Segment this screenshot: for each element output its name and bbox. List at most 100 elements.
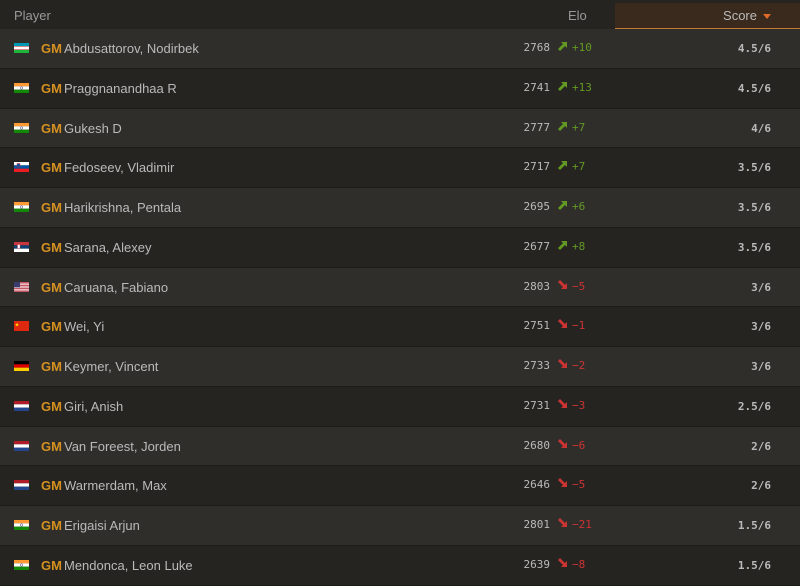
player-name[interactable]: Warmerdam, Max: [64, 478, 167, 493]
rating-up-arrow-icon: [557, 199, 569, 211]
player-score: 3.5/6: [737, 201, 771, 214]
table-row[interactable]: GM Fedoseev, Vladimir 2717 +7 3.5/6: [0, 148, 800, 188]
player-title: GM: [41, 120, 62, 136]
rating-up-arrow-icon: [557, 120, 569, 132]
player-title: GM: [41, 438, 62, 454]
player-name[interactable]: Wei, Yi: [64, 319, 104, 334]
rating-change: −1: [572, 319, 586, 333]
player-elo: 2801: [523, 518, 551, 531]
table-row[interactable]: GM Sarana, Alexey 2677 +8 3.5/6: [0, 227, 800, 268]
player-title: GM: [41, 160, 62, 176]
india-flag-icon: [14, 202, 29, 212]
germany-flag-icon: [14, 361, 29, 371]
india-flag-icon: [14, 82, 29, 93]
rating-down-arrow-icon: [557, 557, 569, 569]
india-flag-icon: [14, 559, 29, 570]
table-row[interactable]: GM Abdusattorov, Nodirbek 2768 +10 4.5/6: [0, 29, 800, 69]
table-row[interactable]: GM Warmerdam, Max 2646 −5 2/6: [0, 466, 800, 506]
player-score: 2.5/6: [737, 399, 771, 413]
rating-down-arrow-icon: [557, 358, 569, 370]
rating-up-arrow-icon: [557, 40, 569, 52]
player-title: GM: [41, 518, 62, 533]
rating-up-arrow-icon: [557, 80, 569, 92]
table-header: Player Elo Score: [0, 0, 800, 29]
rating-down-arrow-icon: [557, 517, 569, 529]
player-score: 2/6: [751, 439, 771, 453]
player-elo: 2680: [523, 438, 551, 452]
player-name[interactable]: Abdusattorov, Nodirbek: [64, 41, 199, 56]
player-elo: 2777: [523, 120, 551, 134]
player-title: GM: [41, 41, 62, 56]
player-elo: 2717: [523, 160, 551, 174]
player-elo: 2751: [523, 319, 551, 333]
rating-change: −21: [572, 518, 592, 531]
rating-down-arrow-icon: [557, 398, 569, 410]
player-name[interactable]: Giri, Anish: [64, 399, 123, 414]
rating-change: +7: [572, 120, 586, 134]
column-header-score-label: Score: [723, 8, 757, 23]
player-title: GM: [41, 319, 62, 335]
player-name[interactable]: Caruana, Fabiano: [64, 280, 168, 295]
rating-down-arrow-icon: [557, 438, 569, 450]
table-row[interactable]: GM Keymer, Vincent 2733 −2 3/6: [0, 347, 800, 387]
player-name[interactable]: Fedoseev, Vladimir: [64, 160, 174, 175]
player-title: GM: [41, 80, 62, 96]
player-name[interactable]: Harikrishna, Pentala: [64, 200, 181, 215]
player-name[interactable]: Gukesh D: [64, 121, 122, 136]
uzbekistan-flag-icon: [14, 43, 29, 53]
player-title: GM: [41, 239, 62, 255]
player-score: 3/6: [751, 280, 771, 294]
player-elo: 2803: [523, 279, 551, 293]
table-row[interactable]: GM Van Foreest, Jorden 2680 −6 2/6: [0, 426, 800, 467]
player-title: GM: [41, 478, 62, 494]
table-row[interactable]: GM Harikrishna, Pentala 2695 +6 3.5/6: [0, 188, 800, 228]
table-row[interactable]: GM Gukesh D 2777 +7 4/6: [0, 108, 800, 149]
rating-change: +6: [572, 200, 586, 213]
player-name[interactable]: Erigaisi Arjun: [64, 518, 140, 533]
india-flag-icon: [14, 122, 29, 133]
column-header-elo[interactable]: Elo: [568, 8, 587, 23]
usa-flag-icon: [14, 281, 29, 292]
column-header-player[interactable]: Player: [14, 8, 51, 23]
table-row[interactable]: GM Erigaisi Arjun 2801 −21 1.5/6: [0, 506, 800, 546]
player-name[interactable]: Van Foreest, Jorden: [64, 439, 181, 454]
player-elo: 2731: [523, 398, 551, 412]
player-title: GM: [41, 398, 62, 414]
player-elo: 2695: [523, 200, 551, 213]
rating-change: +8: [572, 239, 586, 253]
player-score: 3.5/6: [737, 161, 771, 175]
player-title: GM: [41, 279, 62, 295]
player-name[interactable]: Keymer, Vincent: [64, 359, 158, 374]
rating-change: −5: [572, 478, 586, 492]
rating-change: +7: [572, 160, 586, 174]
table-row[interactable]: GM Caruana, Fabiano 2803 −5 3/6: [0, 267, 800, 308]
table-row[interactable]: GM Wei, Yi 2751 −1 3/6: [0, 307, 800, 347]
column-header-score[interactable]: Score: [615, 3, 800, 29]
slovenia-flag-icon: [14, 162, 29, 173]
player-name[interactable]: Praggnanandhaa R: [64, 81, 177, 96]
player-score: 3/6: [751, 360, 771, 373]
player-name[interactable]: Mendonca, Leon Luke: [64, 558, 193, 573]
table-row[interactable]: GM Praggnanandhaa R 2741 +13 4.5/6: [0, 68, 800, 109]
player-name[interactable]: Sarana, Alexey: [64, 240, 151, 255]
player-score: 3.5/6: [737, 240, 771, 254]
player-score: 2/6: [751, 479, 771, 493]
player-score: 4.5/6: [737, 42, 771, 55]
table-row[interactable]: GM Giri, Anish 2731 −3 2.5/6: [0, 386, 800, 427]
player-elo: 2768: [523, 41, 551, 54]
player-elo: 2677: [523, 239, 551, 253]
rating-change: −6: [572, 438, 586, 452]
rating-change: −8: [572, 557, 586, 571]
netherlands-flag-icon: [14, 400, 29, 411]
china-flag-icon: [14, 321, 29, 332]
rating-down-arrow-icon: [557, 477, 569, 489]
table-row[interactable]: GM Mendonca, Leon Luke 2639 −8 1.5/6: [0, 545, 800, 586]
player-elo: 2646: [523, 478, 551, 492]
player-title: GM: [41, 557, 62, 573]
player-score: 1.5/6: [737, 558, 771, 572]
india-flag-icon: [14, 520, 29, 530]
player-score: 3/6: [751, 320, 771, 334]
player-title: GM: [41, 359, 62, 374]
player-score: 4.5/6: [737, 81, 771, 95]
standings-table: Player Elo Score GM Abdusattorov, Nodirbe…: [0, 0, 800, 586]
